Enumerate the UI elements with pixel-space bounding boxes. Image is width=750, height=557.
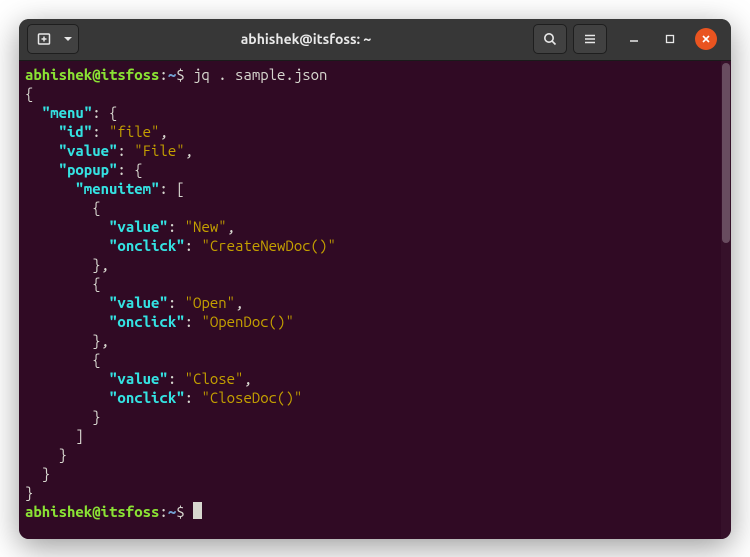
output-line: ]: [25, 426, 725, 445]
output-line: {: [25, 198, 725, 217]
output-line: },: [25, 255, 725, 274]
output-line: "value": "New",: [25, 217, 725, 236]
titlebar: abhishek@itsfoss: ~: [19, 19, 731, 61]
new-tab-dropdown-button[interactable]: [57, 24, 79, 54]
prompt-path: ~: [168, 503, 176, 520]
cursor: [193, 502, 202, 519]
output-line: "onclick": "CreateNewDoc()": [25, 236, 725, 255]
prompt-line-2: abhishek@itsfoss:~$: [25, 502, 725, 521]
minimize-icon: [628, 33, 640, 45]
prompt-colon: :: [159, 66, 167, 83]
search-icon: [542, 31, 558, 47]
chevron-down-icon: [63, 34, 73, 44]
output-line: }: [25, 407, 725, 426]
terminal-content[interactable]: abhishek@itsfoss:~$ jq . sample.json { "…: [19, 61, 731, 539]
command-text: jq . sample.json: [193, 66, 327, 83]
output-line: "popup": {: [25, 160, 725, 179]
output-line: {: [25, 84, 725, 103]
output-line: {: [25, 274, 725, 293]
output-line: }: [25, 445, 725, 464]
output-line: "id": "file",: [25, 122, 725, 141]
prompt-user-host: abhishek@itsfoss: [25, 503, 159, 520]
output-line: },: [25, 331, 725, 350]
output-line: "onclick": "CloseDoc()": [25, 388, 725, 407]
close-button[interactable]: [695, 28, 717, 50]
window-controls: [623, 28, 717, 50]
new-tab-button[interactable]: [27, 24, 61, 54]
output-line: {: [25, 350, 725, 369]
prompt-dollar: $: [176, 66, 193, 83]
new-tab-group: [27, 24, 79, 54]
new-tab-icon: [36, 31, 52, 47]
output-line: }: [25, 464, 725, 483]
maximize-button[interactable]: [659, 28, 681, 50]
output-line: }: [25, 483, 725, 502]
output-line: "value": "File",: [25, 141, 725, 160]
output-line: "value": "Close",: [25, 369, 725, 388]
prompt-line-1: abhishek@itsfoss:~$ jq . sample.json: [25, 65, 725, 84]
output-line: "menuitem": [: [25, 179, 725, 198]
hamburger-icon: [582, 31, 598, 47]
hamburger-menu-button[interactable]: [573, 24, 607, 54]
minimize-button[interactable]: [623, 28, 645, 50]
close-icon: [700, 33, 712, 45]
prompt-user-host: abhishek@itsfoss: [25, 66, 159, 83]
output-line: "onclick": "OpenDoc()": [25, 312, 725, 331]
prompt-path: ~: [168, 66, 176, 83]
terminal-window: abhishek@itsfoss: ~: [19, 19, 731, 539]
scrollbar-track[interactable]: [721, 61, 731, 539]
output-line: "menu": {: [25, 103, 725, 122]
search-button[interactable]: [533, 24, 567, 54]
prompt-colon: :: [159, 503, 167, 520]
scrollbar-thumb[interactable]: [722, 63, 730, 243]
window-title: abhishek@itsfoss: ~: [85, 31, 527, 47]
output-line: "value": "Open",: [25, 293, 725, 312]
prompt-dollar: $: [176, 503, 193, 520]
maximize-icon: [664, 33, 676, 45]
